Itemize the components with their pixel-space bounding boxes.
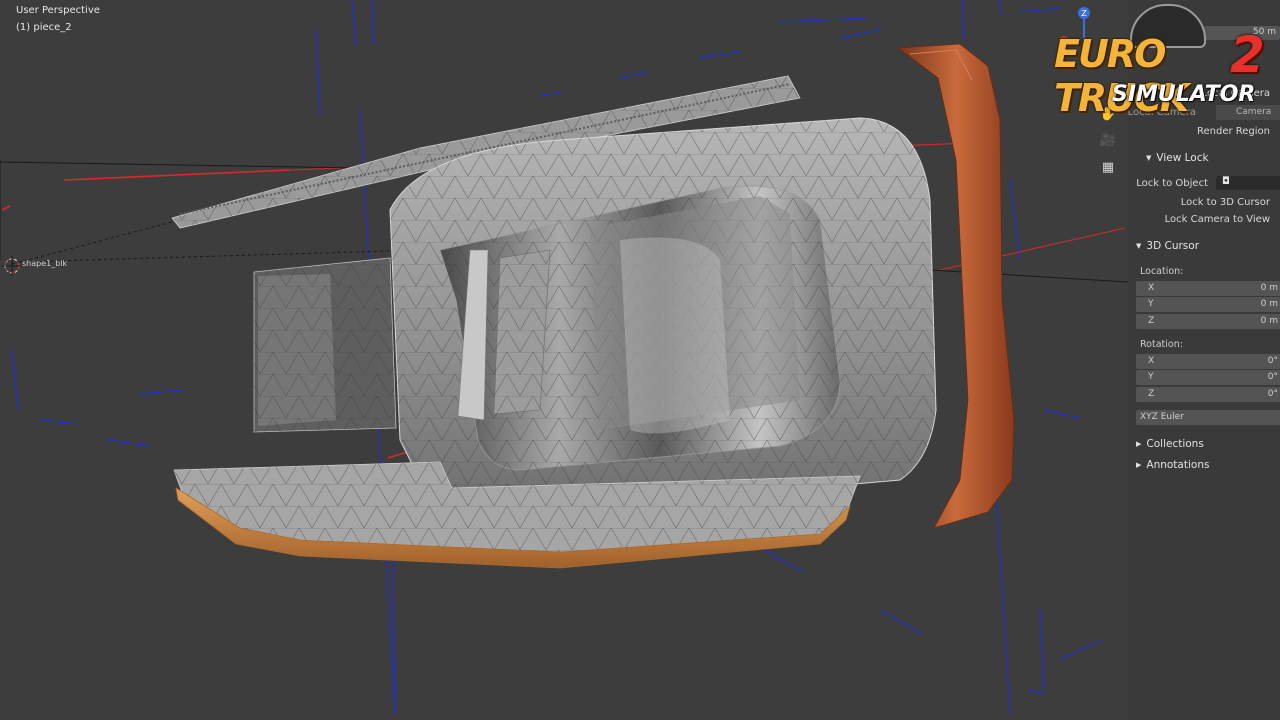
chevron-right-icon: ▶: [1136, 461, 1142, 469]
axis-label: Z: [1148, 316, 1155, 326]
axis-label: X: [1148, 356, 1155, 366]
location-y-field[interactable]: Y 0 m: [1136, 297, 1280, 312]
lock-to-cursor-label: Lock to 3D Cursor: [1180, 197, 1270, 208]
axis-label: Z: [1148, 389, 1155, 399]
rotation-label: Rotation:: [1140, 339, 1183, 350]
viewport-active-object: (1) piece_2: [16, 22, 72, 33]
field-value: 0°: [1267, 356, 1278, 366]
rotation-y-field[interactable]: Y 0°: [1136, 370, 1280, 385]
field-value: 0 m: [1260, 316, 1278, 326]
lock-camera-checkbox[interactable]: Lock Camera to View: [1165, 214, 1270, 225]
rotation-z-field[interactable]: Z 0°: [1136, 387, 1280, 402]
render-region-label: Render Region: [1196, 126, 1270, 137]
location-label: Location:: [1140, 266, 1184, 277]
rotation-mode-value: XYZ Euler: [1140, 412, 1184, 422]
axis-label: X: [1148, 283, 1155, 293]
axis-label: Y: [1148, 372, 1154, 382]
headlight-housing-mesh: [389, 117, 937, 511]
euro-truck-simulator-logo: EURO TRUCK 2 SIMULATOR: [1052, 4, 1278, 122]
viewport-view-name: User Perspective: [16, 5, 100, 16]
grid-icon[interactable]: ▦: [1098, 157, 1118, 177]
collections-header[interactable]: ▶ Collections: [1136, 438, 1204, 450]
view-lock-header[interactable]: ▼ View Lock: [1146, 152, 1209, 164]
left-box-mesh: [253, 257, 397, 433]
field-value: 0°: [1267, 372, 1278, 382]
chevron-right-icon: ▶: [1136, 440, 1142, 448]
camera-icon[interactable]: 🎥: [1098, 130, 1118, 150]
chevron-down-icon: ▼: [1136, 242, 1142, 250]
3d-cursor: [2, 256, 22, 276]
chevron-down-icon: ▼: [1146, 154, 1152, 162]
eyedropper-icon[interactable]: ◘: [1222, 176, 1230, 187]
rotation-x-field[interactable]: X 0°: [1136, 354, 1280, 369]
lock-camera-label: Lock Camera to View: [1164, 214, 1270, 225]
lock-to-cursor-checkbox[interactable]: Lock to 3D Cursor: [1181, 197, 1270, 208]
annotations-title: Annotations: [1146, 459, 1210, 471]
axis-label: Y: [1148, 299, 1154, 309]
field-value: 0 m: [1260, 299, 1278, 309]
logo-subtitle: SIMULATOR: [1112, 82, 1256, 107]
view-lock-title: View Lock: [1156, 152, 1209, 164]
field-value: 0 m: [1260, 283, 1278, 293]
origin-object-label: shape1_blk: [22, 259, 68, 268]
rotation-mode-dropdown[interactable]: XYZ Euler: [1136, 410, 1280, 425]
logo-number: 2: [1230, 26, 1265, 84]
lock-to-object-label: Lock to Object: [1136, 178, 1208, 189]
location-x-field[interactable]: X 0 m: [1136, 281, 1280, 296]
annotations-header[interactable]: ▶ Annotations: [1136, 459, 1209, 471]
field-value: 0°: [1267, 389, 1278, 399]
collections-title: Collections: [1146, 438, 1204, 450]
3d-cursor-title: 3D Cursor: [1146, 240, 1200, 252]
lock-object-field[interactable]: ◘: [1216, 176, 1280, 190]
3d-cursor-header[interactable]: ▼ 3D Cursor: [1136, 240, 1199, 252]
render-region-checkbox[interactable]: Render Region: [1197, 126, 1270, 137]
location-z-field[interactable]: Z 0 m: [1136, 314, 1280, 329]
